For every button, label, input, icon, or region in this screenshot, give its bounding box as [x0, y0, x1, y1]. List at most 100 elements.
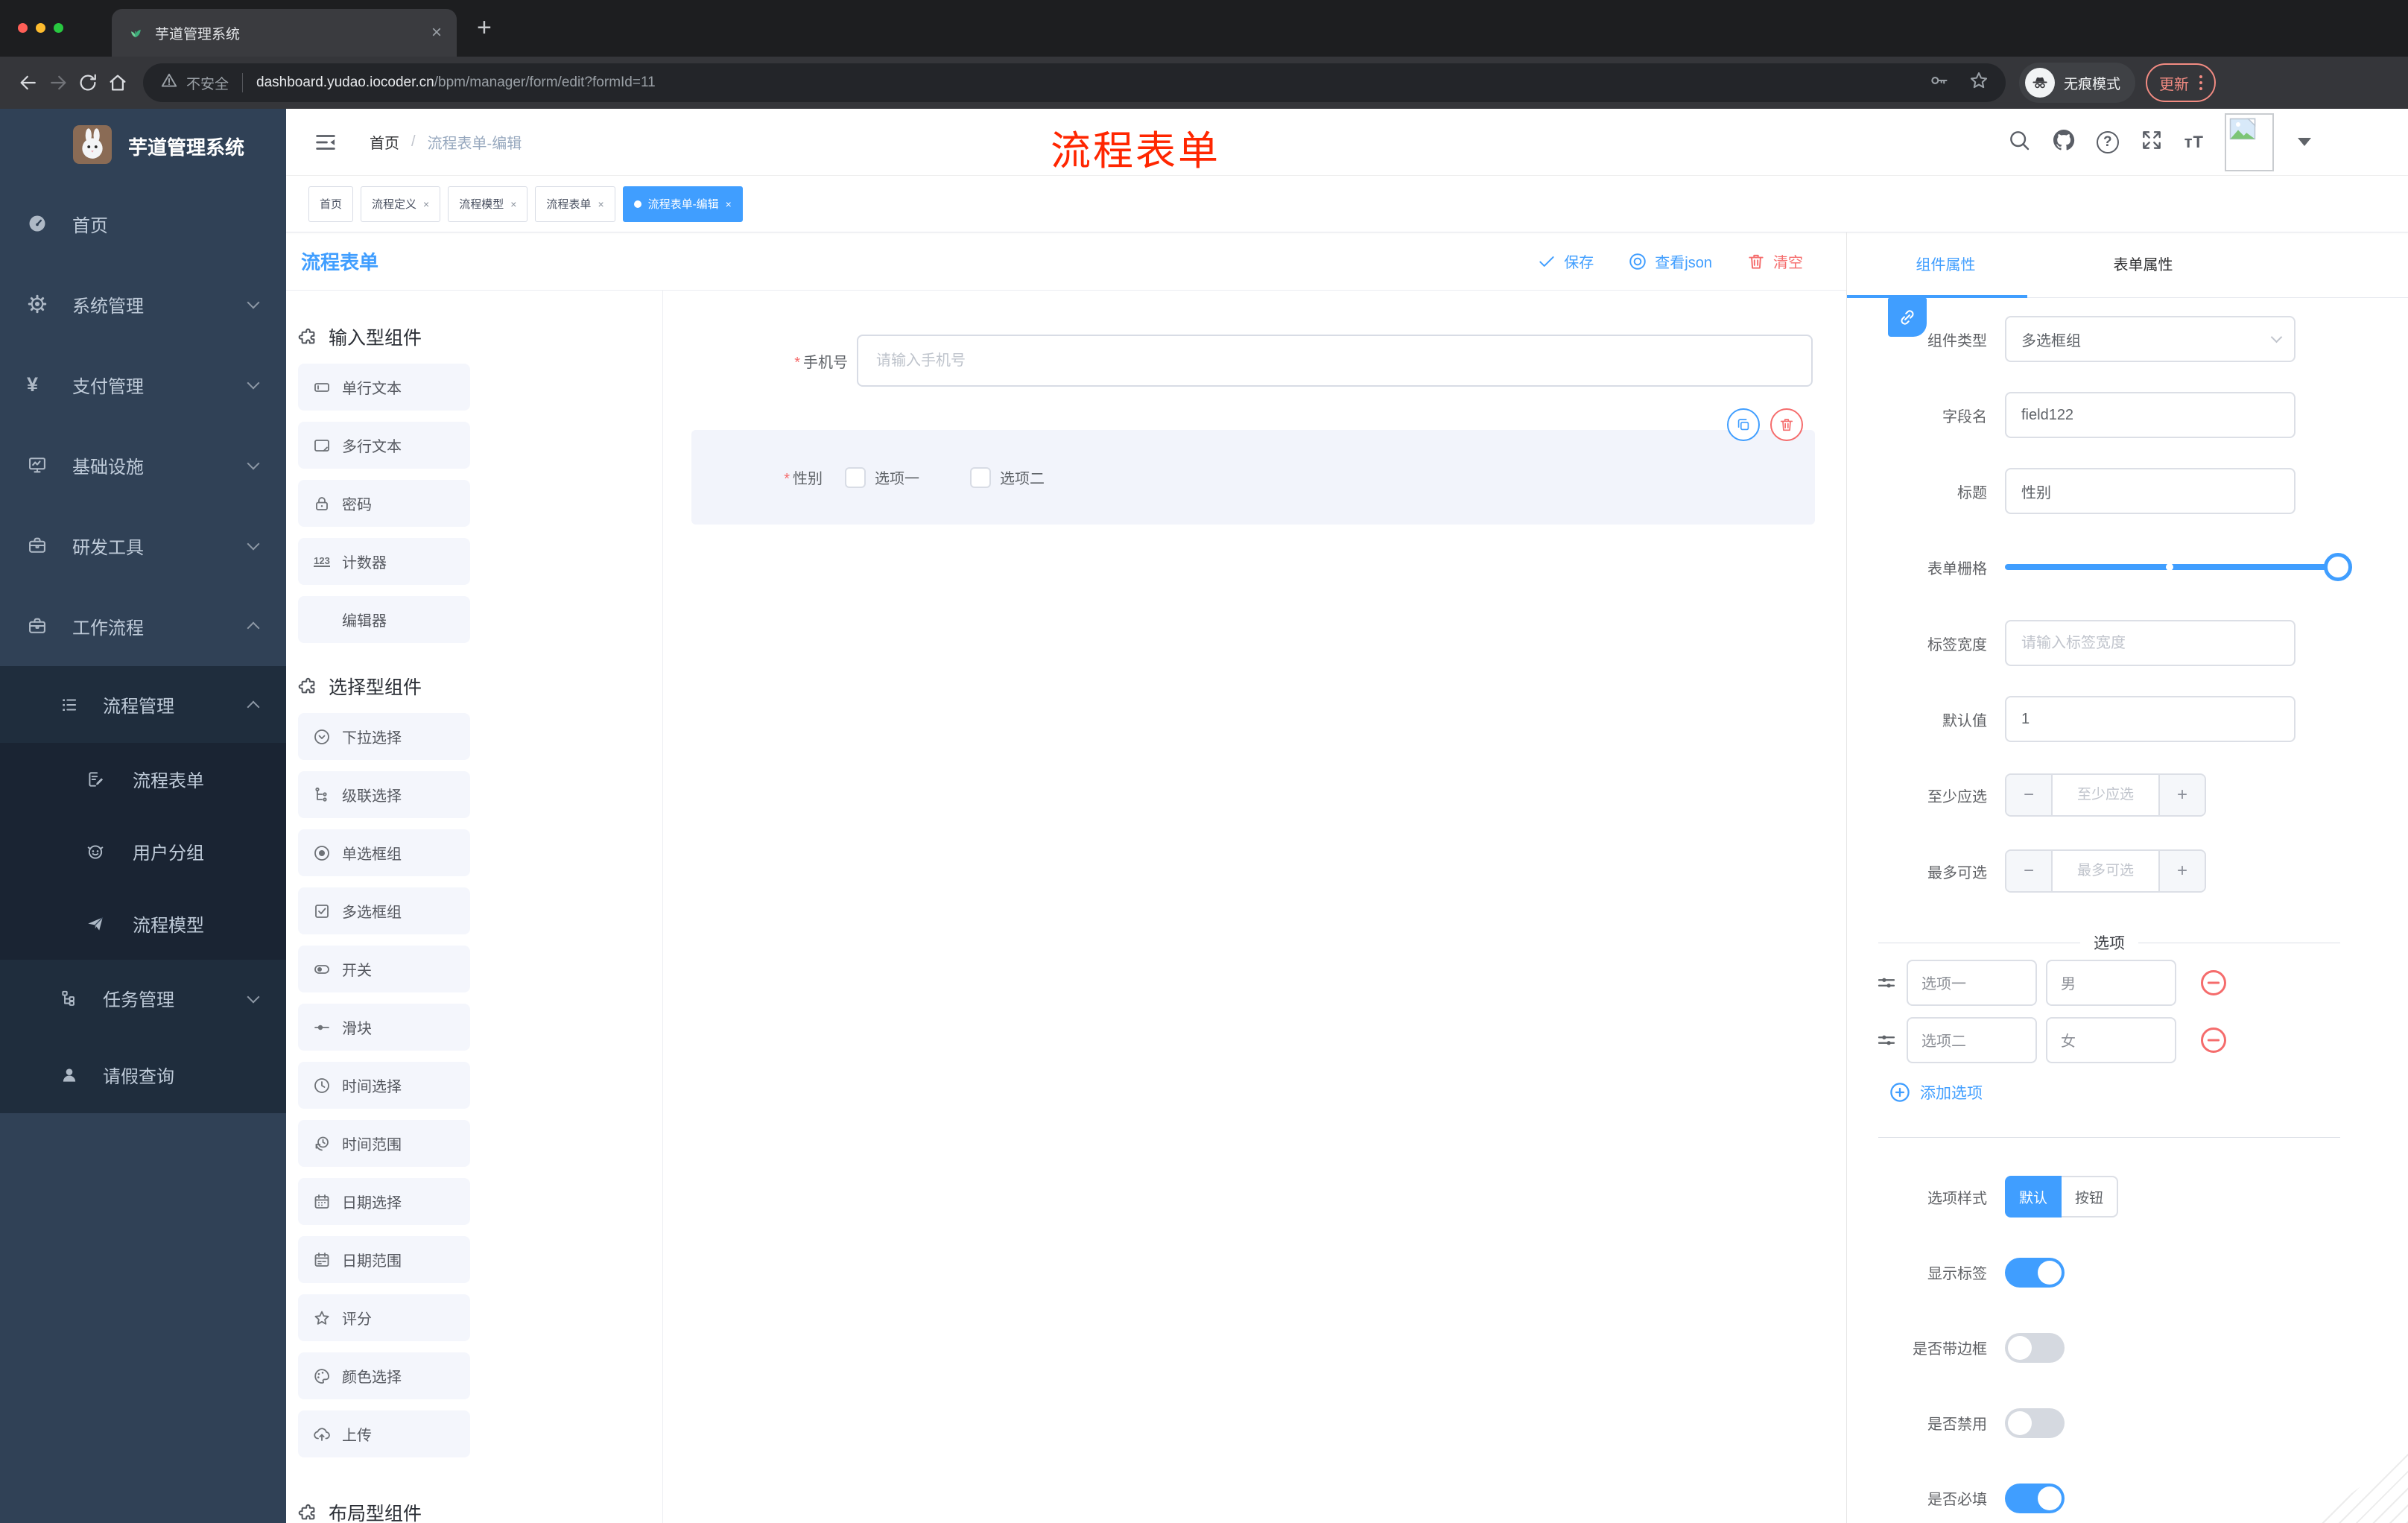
clear-button[interactable]: 清空 — [1746, 250, 1803, 272]
palette-item-counter[interactable]: 123 计数器 — [298, 538, 470, 585]
sidebar-item-task-management[interactable]: 任务管理 — [0, 960, 286, 1036]
url-path[interactable]: /bpm/manager/form/edit?formId=11 — [434, 75, 656, 91]
sidebar-item-process-management[interactable]: 流程管理 — [0, 666, 286, 743]
address-bar[interactable]: 不安全 dashboard.yudao.iocoder.cn/bpm/manag… — [143, 63, 2006, 102]
caret-down-icon[interactable] — [2298, 138, 2311, 146]
close-icon[interactable]: × — [726, 198, 732, 210]
form-grid-slider[interactable] — [2005, 544, 2352, 590]
url-domain[interactable]: dashboard.yudao.iocoder.cn — [256, 75, 434, 91]
option2-value-input[interactable] — [2046, 1016, 2176, 1063]
palette-item-date-range[interactable]: 日期范围 — [298, 1236, 470, 1283]
search-icon[interactable] — [2007, 128, 2031, 156]
palette-item-date-picker[interactable]: 日期选择 — [298, 1178, 470, 1225]
sidebar-item-process-form[interactable]: 流程表单 — [0, 743, 286, 815]
gender-option2-label[interactable]: 选项二 — [1000, 466, 1045, 488]
palette-item-editor[interactable]: 编辑器 — [298, 596, 470, 643]
window-controls[interactable] — [18, 23, 63, 33]
component-type-select[interactable]: 多选框组 — [2005, 316, 2295, 362]
label-width-input[interactable] — [2005, 620, 2295, 666]
sidebar-item-user-groups[interactable]: 用户分组 — [0, 815, 286, 887]
breadcrumb-home[interactable]: 首页 — [370, 131, 399, 153]
palette-item-password[interactable]: 密码 — [298, 480, 470, 527]
sidebar-logo[interactable]: 芋道管理系统 — [0, 109, 286, 183]
home-icon[interactable] — [103, 72, 133, 94]
decrement-button[interactable]: − — [2006, 775, 2053, 815]
palette-item-select[interactable]: 下拉选择 — [298, 713, 470, 760]
slider-handle[interactable] — [2324, 553, 2352, 581]
tab-component-props[interactable]: 组件属性 — [1847, 232, 2044, 297]
security-label[interactable]: 不安全 — [186, 73, 229, 93]
close-icon[interactable]: × — [510, 198, 516, 210]
palette-item-switch[interactable]: 开关 — [298, 946, 470, 992]
save-button[interactable]: 保存 — [1537, 250, 1594, 272]
palette-item-checkbox-group[interactable]: 多选框组 — [298, 887, 470, 934]
add-option-button[interactable]: 添加选项 — [1847, 1068, 2408, 1116]
increment-button[interactable]: + — [2158, 851, 2205, 891]
bookmark-star-icon[interactable] — [1968, 70, 1989, 95]
max-select-input[interactable] — [2053, 851, 2158, 891]
palette-item-cascader[interactable]: 级联选择 — [298, 771, 470, 818]
tag-process-model[interactable]: 流程模型 × — [448, 186, 528, 222]
palette-item-slider[interactable]: 滑块 — [298, 1004, 470, 1051]
forward-icon[interactable] — [43, 72, 73, 94]
default-value-input[interactable] — [2005, 696, 2295, 742]
title-input[interactable] — [2005, 468, 2295, 514]
sidebar-item-system[interactable]: 系统管理 — [0, 264, 286, 344]
option1-label-input[interactable] — [1907, 959, 2037, 1006]
gender-field-selected[interactable]: * 性别 选项一 选项二 — [691, 430, 1815, 525]
palette-item-single-line-text[interactable]: 单行文本 — [298, 364, 470, 411]
show-label-toggle[interactable] — [2005, 1257, 2065, 1288]
password-key-icon[interactable] — [1928, 70, 1949, 95]
github-icon[interactable] — [2052, 128, 2076, 156]
tag-home[interactable]: 首页 — [308, 186, 354, 222]
option1-value-input[interactable] — [2046, 959, 2176, 1006]
browser-update-button[interactable]: 更新 — [2146, 63, 2217, 102]
tag-process-definition[interactable]: 流程定义 × — [361, 186, 441, 222]
decrement-button[interactable]: − — [2006, 851, 2053, 891]
avatar[interactable] — [2225, 113, 2274, 171]
reload-icon[interactable] — [73, 72, 103, 94]
border-toggle[interactable] — [2005, 1332, 2065, 1363]
close-window-button[interactable] — [18, 23, 28, 33]
style-default-button[interactable]: 默认 — [2005, 1176, 2062, 1218]
min-select-input[interactable] — [2053, 775, 2158, 815]
minimize-window-button[interactable] — [36, 23, 45, 33]
palette-item-rate[interactable]: 评分 — [298, 1294, 470, 1341]
drag-handle-icon[interactable] — [1875, 972, 1898, 994]
phone-input[interactable] — [857, 335, 1813, 387]
palette-item-time-range[interactable]: 时间范围 — [298, 1120, 470, 1167]
option2-label-input[interactable] — [1907, 1016, 2037, 1063]
delete-component-button[interactable] — [1770, 408, 1803, 441]
update-label[interactable]: 更新 — [2159, 72, 2189, 94]
phone-field[interactable]: * 手机号 — [663, 335, 1813, 387]
palette-item-upload[interactable]: 上传 — [298, 1410, 470, 1457]
sidebar-item-leave-query[interactable]: 请假查询 — [0, 1036, 286, 1113]
new-tab-button[interactable]: + — [477, 13, 492, 42]
required-toggle[interactable] — [2005, 1483, 2065, 1513]
help-icon[interactable]: ? — [2096, 130, 2119, 153]
tag-process-form-edit[interactable]: 流程表单-编辑 × — [622, 186, 743, 222]
font-size-icon[interactable]: ᴛT — [2184, 133, 2204, 152]
tag-process-form[interactable]: 流程表单 × — [535, 186, 615, 222]
field-name-input[interactable] — [2005, 392, 2295, 438]
zoom-window-button[interactable] — [54, 23, 63, 33]
gender-option2-checkbox[interactable] — [970, 466, 991, 488]
form-canvas[interactable]: *手机号 *性别 选项一 选项二 — [663, 291, 1846, 1523]
gender-option1-label[interactable]: 选项一 — [875, 466, 919, 488]
duplicate-component-button[interactable] — [1727, 408, 1760, 441]
remove-option-button[interactable] — [2199, 968, 2228, 998]
sidebar-item-payment[interactable]: ¥ 支付管理 — [0, 344, 286, 425]
sidebar-item-workflow[interactable]: 工作流程 — [0, 586, 286, 666]
drag-handle-icon[interactable] — [1875, 1029, 1898, 1051]
browser-tab[interactable]: 芋道管理系统 × — [112, 9, 457, 57]
sidebar-collapse-icon[interactable] — [313, 130, 338, 155]
view-json-button[interactable]: 查看json — [1628, 250, 1712, 272]
disabled-toggle[interactable] — [2005, 1408, 2065, 1438]
palette-item-color-picker[interactable]: 颜色选择 — [298, 1352, 470, 1399]
close-icon[interactable]: × — [598, 198, 603, 210]
close-tab-icon[interactable]: × — [431, 24, 442, 42]
sidebar-item-devtools[interactable]: 研发工具 — [0, 505, 286, 586]
gender-option1-checkbox[interactable] — [845, 466, 866, 488]
palette-item-time-picker[interactable]: 时间选择 — [298, 1062, 470, 1109]
palette-item-multi-line-text[interactable]: 多行文本 — [298, 422, 470, 469]
